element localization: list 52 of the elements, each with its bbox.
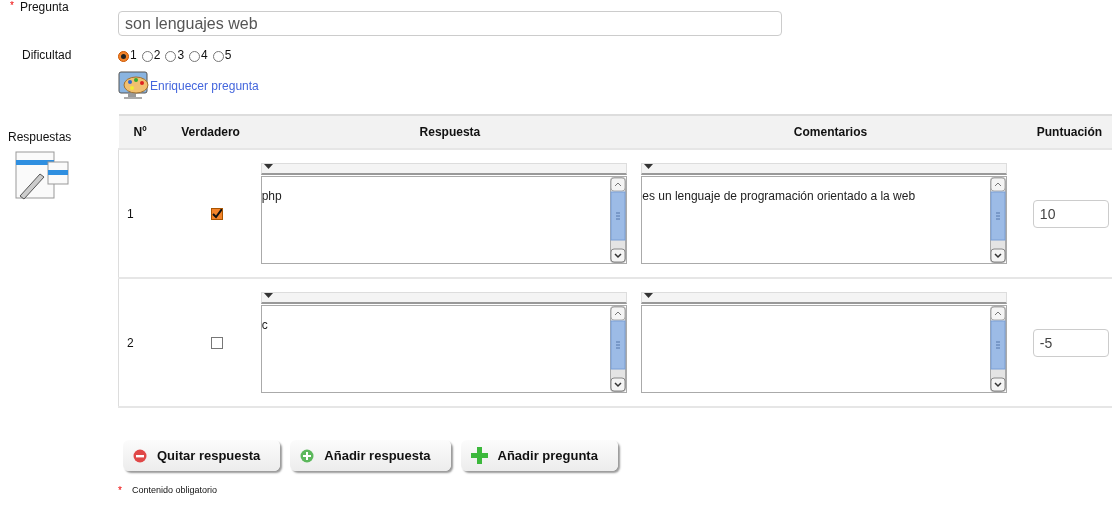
field-text: es un lenguaje de programación orientado a la web (642, 188, 917, 205)
column-header: Respuesta (419, 125, 481, 139)
required-mark: * (10, 0, 14, 11)
action-button[interactable]: Quitar respuesta (123, 440, 281, 471)
radio-button[interactable] (189, 51, 201, 62)
enrich-question-link[interactable]: Enriquecer pregunta (150, 78, 259, 93)
caret-icon[interactable] (263, 293, 273, 298)
question-field[interactable]: son lenguajes web (118, 11, 782, 36)
scrollbar-drawing[interactable] (990, 177, 1007, 263)
answer-field[interactable]: php (260, 176, 627, 264)
section-label: Respuestas (8, 130, 73, 144)
radio-label: 2 (153, 48, 161, 62)
column-header: Puntuación (1036, 125, 1103, 139)
scrollbar-drawing[interactable] (609, 306, 626, 392)
field-text: php (261, 188, 283, 205)
answer-field[interactable] (641, 305, 1008, 393)
caret-icon[interactable] (644, 164, 654, 169)
action-button[interactable]: Añadir pregunta (460, 440, 618, 471)
radio-button[interactable] (165, 51, 177, 62)
checkbox[interactable] (210, 207, 223, 220)
caret-icon[interactable] (263, 164, 273, 169)
column-header: Nº (133, 125, 147, 139)
scrollbar-drawing[interactable] (990, 306, 1007, 392)
answer-field[interactable]: c (260, 305, 627, 393)
answer-field[interactable]: es un lenguaje de programación orientado a la web (641, 176, 1008, 264)
row-number: 1 (127, 206, 134, 221)
field-label: Pregunta (19, 0, 69, 14)
scrollbar-drawing[interactable] (609, 177, 626, 263)
plus-circle-icon (300, 448, 315, 463)
score-field[interactable]: -5 (1032, 328, 1109, 357)
minus-circle-icon (133, 448, 147, 463)
radio-button[interactable] (141, 51, 153, 62)
footnote: Contenido obligatorio (131, 485, 217, 496)
radio-label: 5 (224, 48, 232, 62)
field-label: Dificultad (22, 48, 72, 62)
field-text: c (261, 317, 269, 334)
radio-label: 4 (201, 48, 208, 62)
radio-button[interactable] (118, 51, 129, 62)
column-header: Comentarios (793, 125, 868, 139)
plus-icon (470, 447, 488, 464)
score-field[interactable]: 10 (1032, 199, 1109, 228)
caret-icon[interactable] (644, 293, 654, 298)
radio-button[interactable] (212, 51, 224, 62)
radio-label: 1 (130, 48, 137, 62)
radio-label: 3 (177, 48, 185, 62)
action-button[interactable]: Añadir respuesta (290, 440, 451, 471)
required-mark: * (118, 485, 122, 496)
palette-monitor-icon[interactable] (118, 71, 150, 100)
checkbox[interactable] (210, 336, 223, 349)
row-number: 2 (127, 335, 134, 350)
list-edit-icon (14, 150, 70, 200)
column-header: Verdadero (181, 125, 240, 139)
